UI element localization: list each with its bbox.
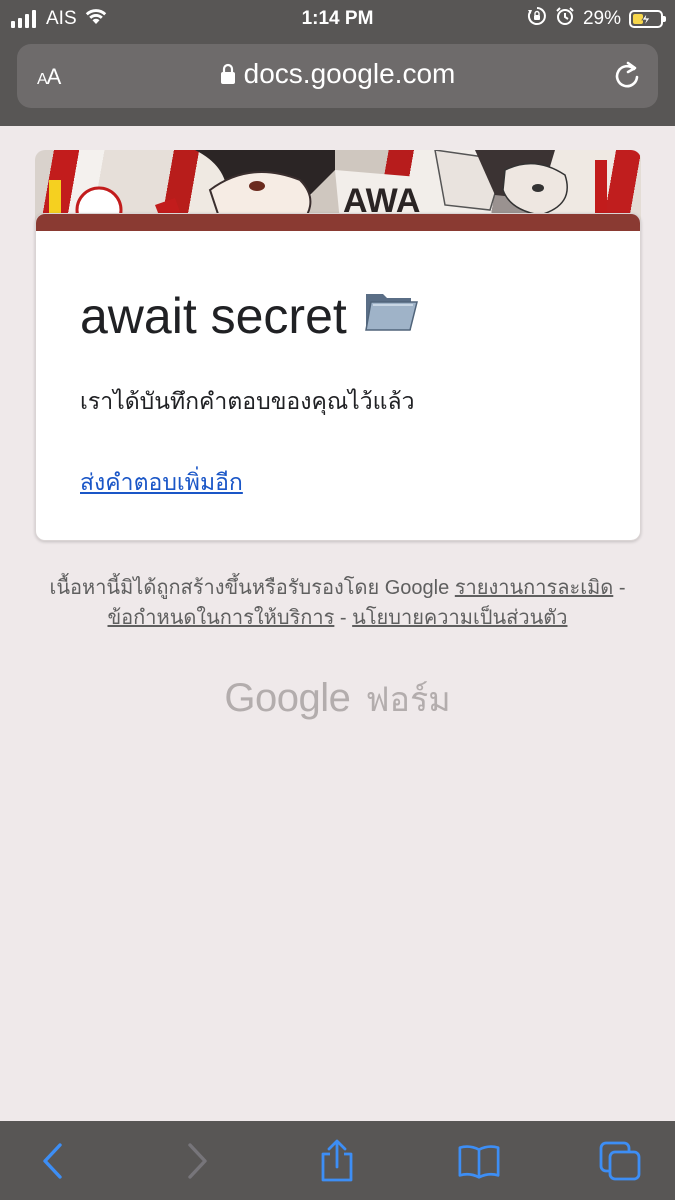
address-bar[interactable]: AA docs.google.com [17,44,658,108]
open-folder-icon [363,286,419,346]
terms-of-service-link[interactable]: ข้อกำหนดในการให้บริการ [108,607,335,629]
tabs-icon[interactable] [598,1139,642,1183]
confirmation-card: await secret เราได้บันทึกคำตอบของคุณไว้แ… [35,213,641,541]
card-accent-bar [36,214,640,231]
url-display[interactable]: docs.google.com [17,58,658,90]
battery-percent: 29% [582,8,621,29]
battery-charging-icon [629,10,666,28]
url-text: docs.google.com [243,58,456,89]
footer-disclaimer: เนื้อหานี้มิได้ถูกสร้างขึ้นหรือรับรองโดย… [40,573,635,633]
bookmarks-icon[interactable] [457,1139,501,1183]
browser-top-chrome: AIS 1:14 PM 29% AA docs.google.com [0,0,675,126]
reload-icon[interactable] [612,60,642,97]
share-icon[interactable] [315,1139,359,1183]
logo-google-text: Google [224,676,351,720]
status-right: 29% [527,6,666,32]
footer-separator: - [334,607,353,629]
footer-separator: - [613,577,626,599]
report-abuse-link[interactable]: รายงานการละเมิด [455,577,613,599]
confirmation-message: เราได้บันทึกคำตอบของคุณไว้แล้ว [80,388,415,414]
lock-icon [220,63,235,84]
back-icon[interactable] [31,1139,75,1183]
orientation-lock-icon [527,6,547,32]
form-title-text: await secret [80,288,347,344]
form-title: await secret [80,286,419,346]
submit-another-response-link[interactable]: ส่งคำตอบเพิ่มอีก [80,465,243,501]
disclaimer-text: เนื้อหานี้มิได้ถูกสร้างขึ้นหรือรับรองโดย… [49,577,450,599]
status-bar: AIS 1:14 PM 29% [0,0,675,38]
browser-bottom-toolbar [0,1121,675,1200]
privacy-policy-link[interactable]: นโยบายความเป็นส่วนตัว [352,607,567,629]
forward-icon[interactable] [175,1139,219,1183]
alarm-icon [555,6,575,32]
logo-forms-text: ฟอร์ม [365,681,451,719]
google-forms-logo[interactable]: Google ฟอร์ม [0,672,675,726]
